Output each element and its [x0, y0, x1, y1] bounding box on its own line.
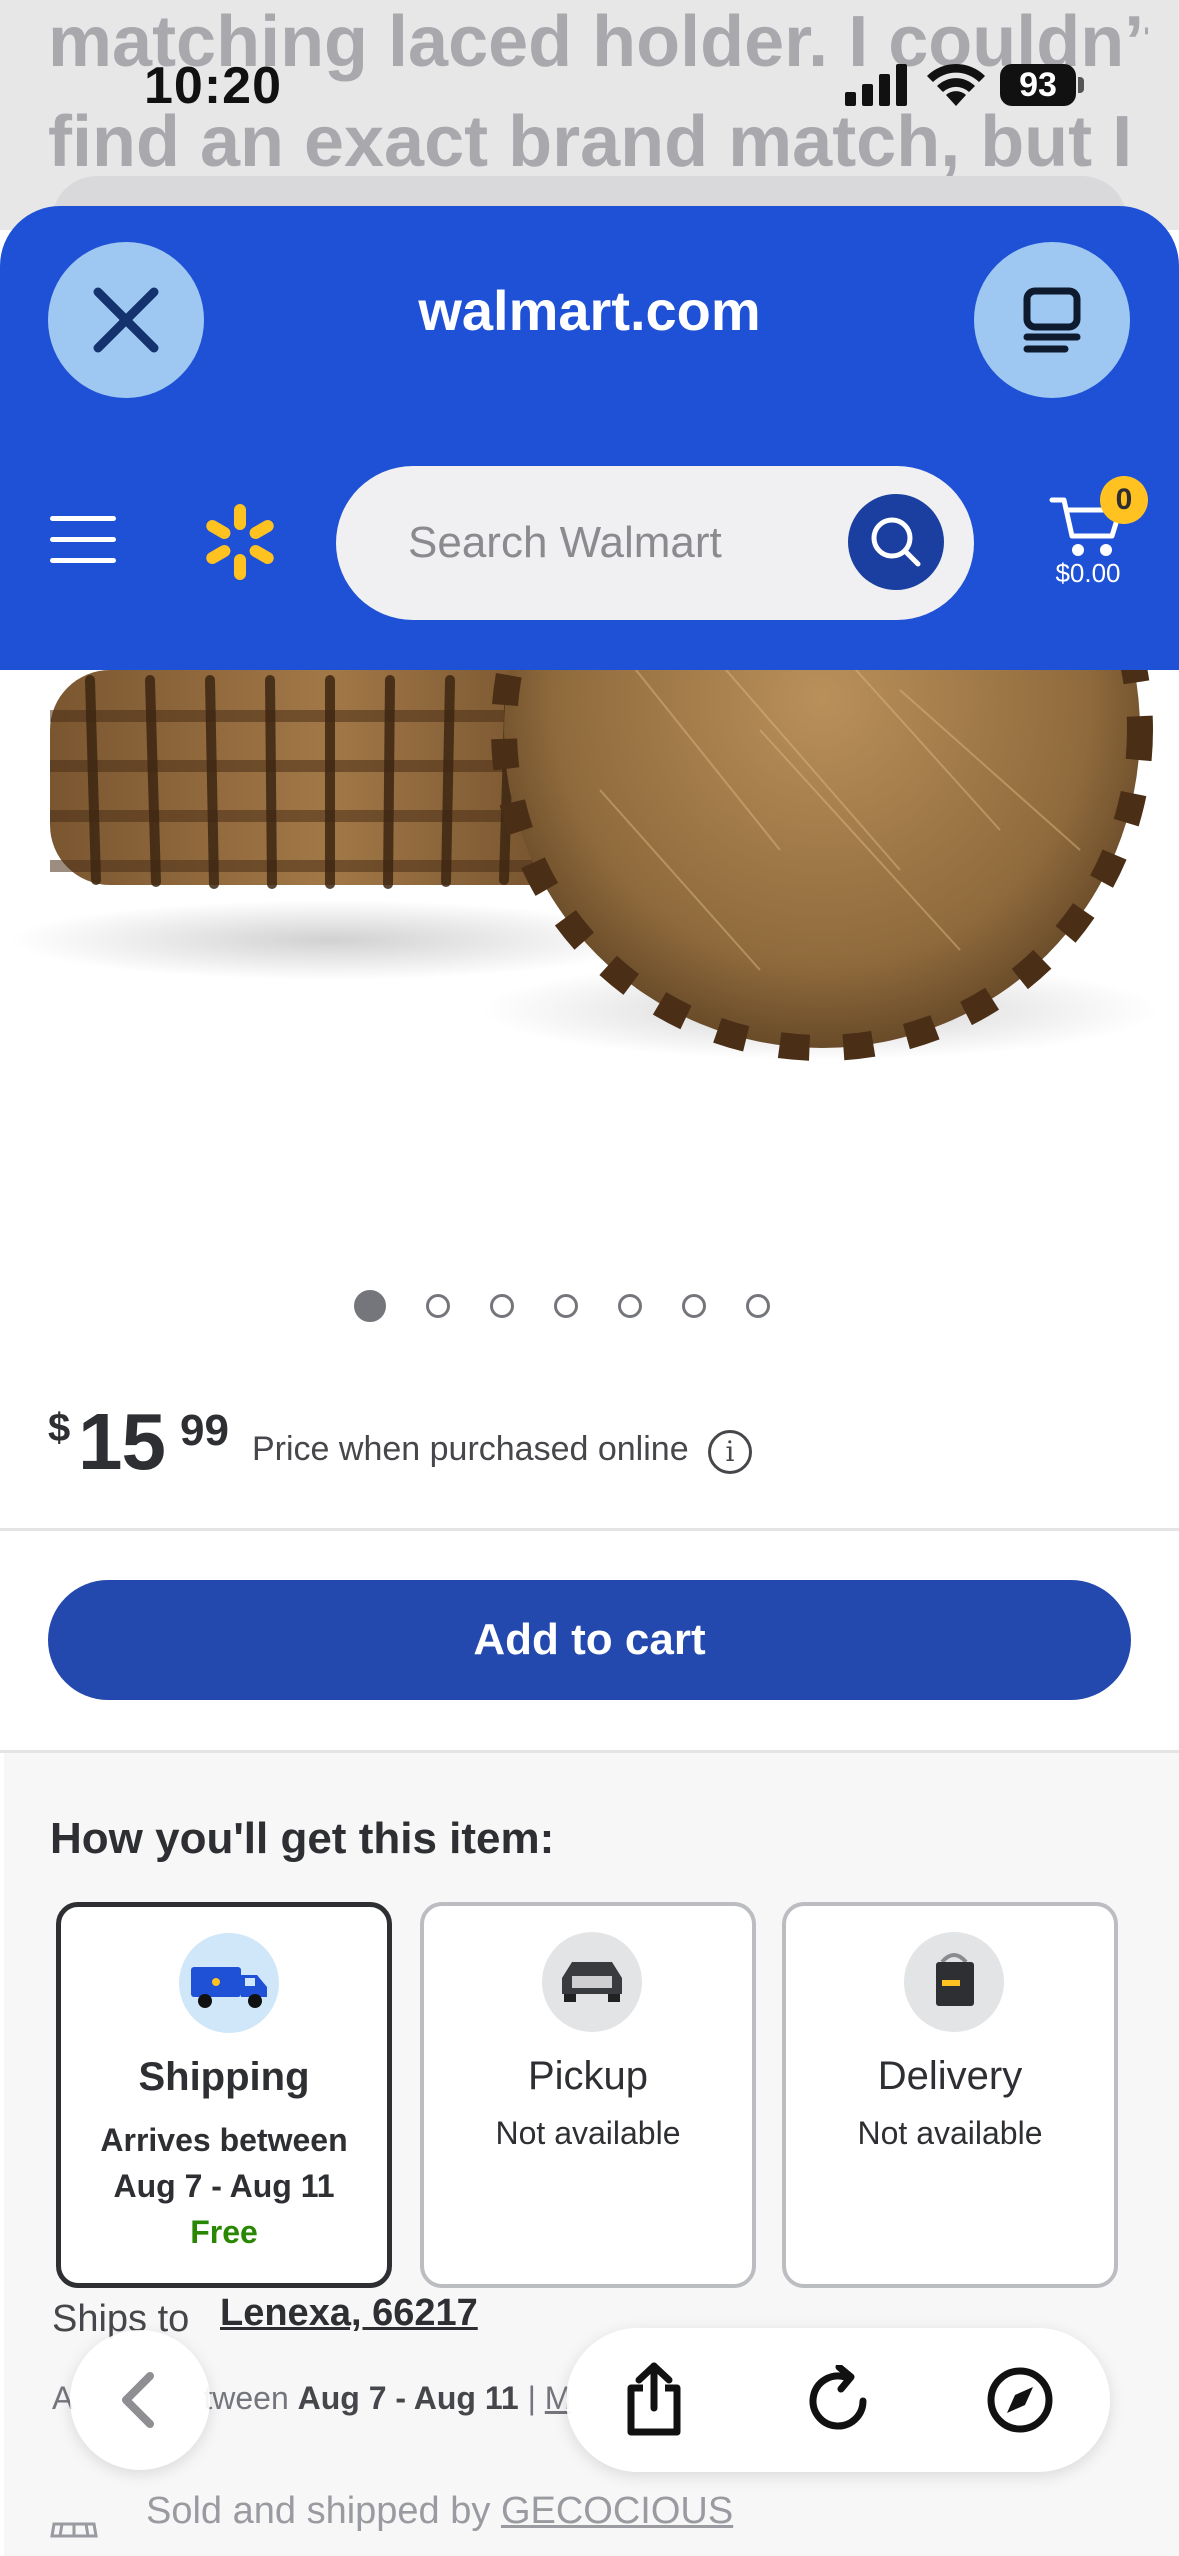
browser-sheet: walmart.com Search Walmart 0 $0.00 — [0, 206, 1179, 670]
delivery-bag-icon — [904, 1932, 1004, 2032]
seller-info: Sold and shipped by GECOCIOUS — [146, 2490, 733, 2533]
option-detail: Not available — [495, 2115, 681, 2151]
reload-icon — [809, 2365, 867, 2430]
carousel-dot[interactable] — [682, 1294, 706, 1318]
hamburger-menu-icon[interactable] — [50, 516, 116, 564]
tab-overview-button[interactable] — [974, 242, 1130, 398]
carousel-dot[interactable] — [618, 1294, 642, 1318]
battery-level: 93 — [1000, 64, 1076, 106]
add-to-cart-button[interactable]: Add to cart — [48, 1580, 1131, 1700]
cellular-signal-icon — [845, 64, 907, 106]
ships-to-location-link[interactable]: Lenexa, 66217 — [220, 2292, 478, 2335]
share-icon — [627, 2362, 681, 2436]
option-line: Aug 7 - Aug 11 — [113, 2168, 335, 2204]
shipping-truck-icon — [179, 1933, 279, 2033]
cart-count-badge: 0 — [1100, 476, 1148, 524]
price-currency: $ — [48, 1406, 71, 1450]
free-shipping-label: Free — [190, 2214, 258, 2250]
reload-button[interactable] — [798, 2360, 878, 2440]
cart-button[interactable]: 0 $0.00 — [1040, 476, 1150, 596]
fulfillment-option-delivery[interactable]: Delivery Not available — [782, 1902, 1118, 2288]
back-button[interactable] — [70, 2330, 210, 2470]
carousel-dot[interactable] — [354, 1290, 386, 1322]
fulfillment-heading: How you'll get this item: — [50, 1814, 555, 1863]
divider — [0, 1528, 1179, 1531]
price-note: Price when purchased online — [252, 1430, 689, 1468]
option-title: Pickup — [527, 2054, 649, 2098]
arrival-dates: Aug 7 - Aug 11 — [297, 2380, 519, 2416]
product-image[interactable] — [0, 670, 1179, 1240]
carousel-dot[interactable] — [746, 1294, 770, 1318]
fulfillment-option-shipping[interactable]: Shipping Arrives between Aug 7 - Aug 11 … — [56, 1902, 392, 2288]
store-icon — [50, 2522, 98, 2538]
coaster-photo — [10, 670, 1160, 1061]
price-dollars: 15 — [78, 1397, 166, 1486]
share-button[interactable] — [614, 2360, 694, 2440]
pickup-car-icon — [542, 1932, 642, 2032]
sold-by-label: Sold and shipped by — [146, 2490, 491, 2532]
info-icon[interactable]: i — [708, 1430, 752, 1474]
option-line: Arrives between — [100, 2122, 348, 2158]
price-cents: 99 — [180, 1406, 229, 1455]
status-bar: 10:20 93 — [0, 44, 1179, 124]
tab-overview-icon — [1023, 287, 1081, 353]
arrival-divider: | — [527, 2380, 536, 2416]
search-field[interactable]: Search Walmart — [336, 466, 974, 620]
compass-icon — [987, 2367, 1053, 2433]
search-placeholder: Search Walmart — [408, 518, 722, 567]
status-time: 10:20 — [144, 57, 282, 115]
cart-total: $0.00 — [1055, 558, 1121, 588]
seller-link[interactable]: GECOCIOUS — [501, 2490, 733, 2532]
search-button[interactable] — [848, 494, 944, 590]
option-title: Shipping — [138, 2055, 310, 2099]
arrival-text: tween — [203, 2380, 289, 2416]
option-detail: Not available — [857, 2115, 1043, 2151]
wifi-icon — [927, 63, 985, 106]
walmart-spark-icon[interactable] — [200, 502, 280, 582]
battery-cap — [1078, 77, 1084, 93]
image-carousel-indicator[interactable] — [354, 1290, 770, 1322]
search-icon — [871, 517, 921, 567]
option-title: Delivery — [877, 2054, 1023, 2098]
fulfillment-option-pickup[interactable]: Pickup Not available — [420, 1902, 756, 2288]
carousel-dot[interactable] — [426, 1294, 450, 1318]
browser-toolbar — [566, 2328, 1110, 2472]
option-detail: Arrives between Aug 7 - Aug 11 Free — [61, 2117, 387, 2255]
carousel-dot[interactable] — [554, 1294, 578, 1318]
chevron-left-icon — [122, 2372, 154, 2428]
compass-button[interactable] — [980, 2360, 1060, 2440]
carousel-dot[interactable] — [490, 1294, 514, 1318]
